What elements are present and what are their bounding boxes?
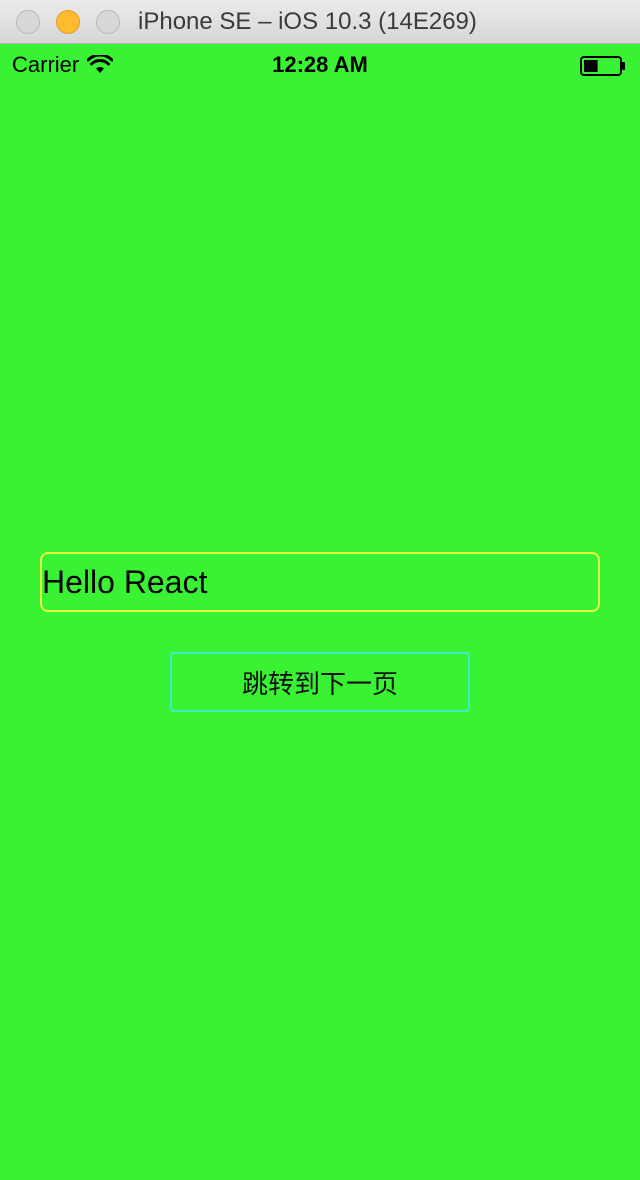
window-title: iPhone SE – iOS 10.3 (14E269) [138,8,477,35]
hello-text-input[interactable] [40,552,600,612]
minimize-window-button[interactable] [56,10,80,34]
close-window-button[interactable] [16,10,40,34]
ios-status-bar: Carrier 12:28 AM [0,44,640,84]
simulator-window: iPhone SE – iOS 10.3 (14E269) Carrier 12… [0,0,640,1180]
next-page-button[interactable]: 跳转到下一页 [170,652,470,712]
battery-icon [580,56,625,76]
window-title-bar: iPhone SE – iOS 10.3 (14E269) [0,0,640,44]
status-time: 12:28 AM [272,52,368,77]
zoom-window-button[interactable] [96,10,120,34]
